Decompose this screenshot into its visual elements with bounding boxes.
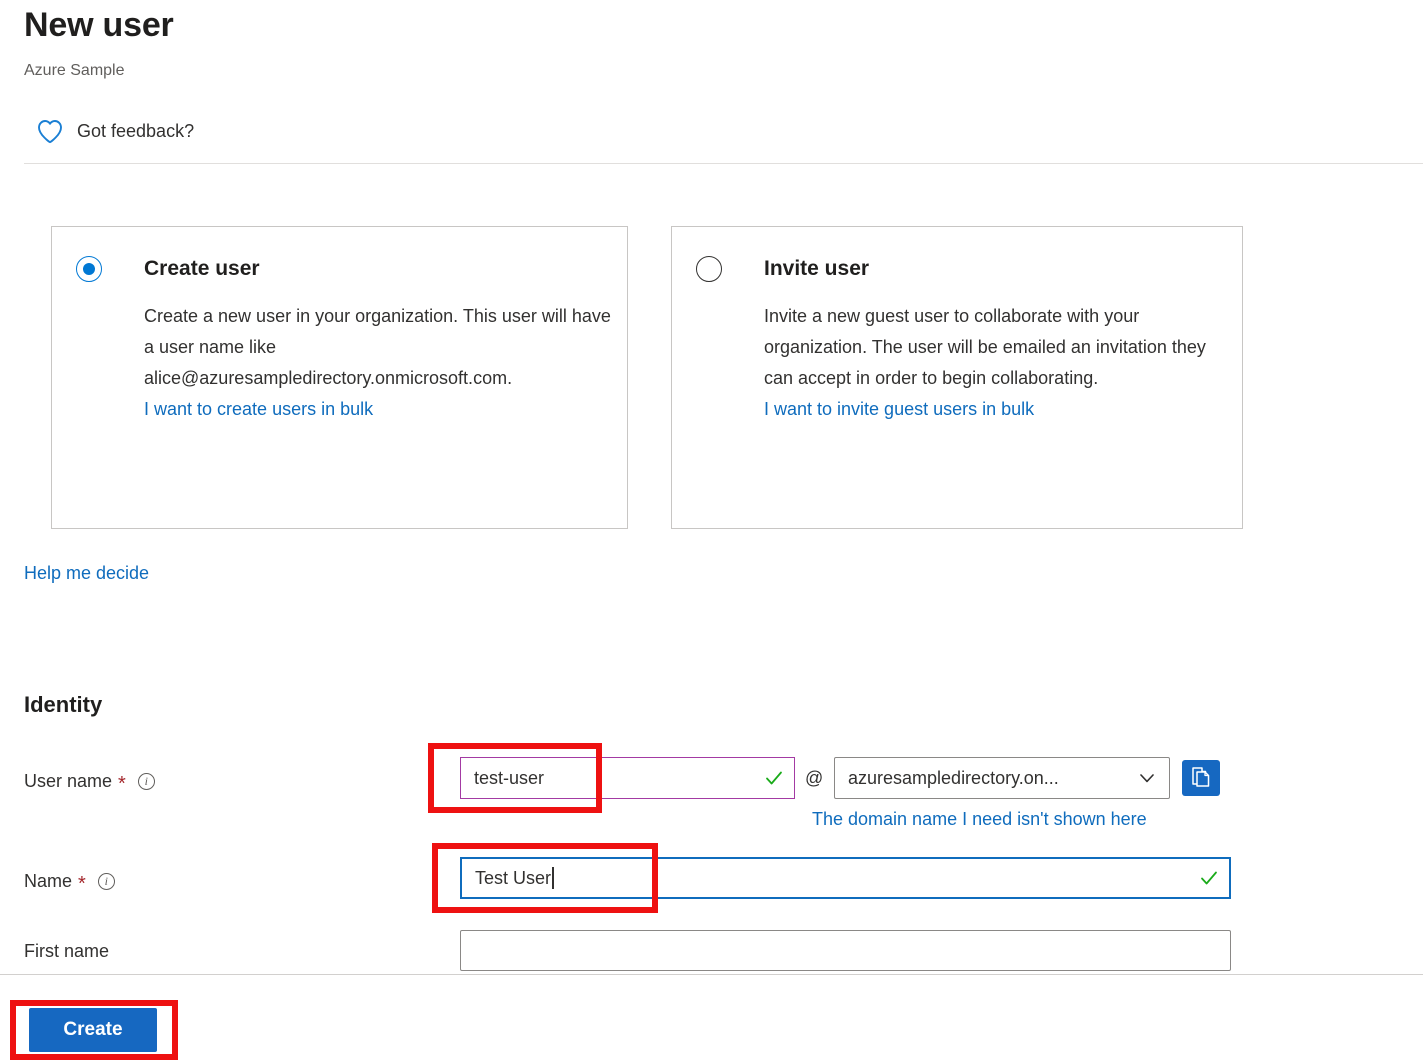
user-name-required-marker: *	[118, 775, 126, 793]
user-name-value: test-user	[474, 768, 544, 789]
create-users-bulk-link[interactable]: I want to create users in bulk	[144, 394, 622, 425]
first-name-input[interactable]	[460, 930, 1231, 971]
invite-user-description-block: Invite a new guest user to collaborate w…	[764, 301, 1224, 425]
domain-select[interactable]: azuresampledirectory.on...	[834, 757, 1170, 799]
checkmark-icon	[1199, 868, 1219, 888]
page-subtitle: Azure Sample	[24, 60, 125, 82]
invite-users-bulk-link[interactable]: I want to invite guest users in bulk	[764, 394, 1224, 425]
heart-icon	[36, 118, 64, 144]
chevron-down-icon	[1137, 768, 1157, 788]
domain-not-shown-link[interactable]: The domain name I need isn't shown here	[812, 807, 1147, 832]
name-label-group: Name * i	[24, 869, 115, 893]
invite-user-option-card[interactable]: Invite user Invite a new guest user to c…	[671, 226, 1243, 529]
user-name-label: User name	[24, 769, 112, 793]
name-value: Test User	[475, 868, 551, 889]
got-feedback-button[interactable]: Got feedback?	[36, 118, 194, 144]
user-name-label-group: User name * i	[24, 769, 155, 793]
name-input[interactable]: Test User	[460, 857, 1231, 899]
help-me-decide-link[interactable]: Help me decide	[24, 561, 149, 586]
name-label: Name	[24, 869, 72, 893]
page-title: New user	[24, 2, 174, 48]
copy-icon	[1189, 765, 1213, 792]
create-button[interactable]: Create	[29, 1008, 157, 1052]
info-icon[interactable]: i	[138, 773, 155, 790]
create-user-description: Create a new user in your organization. …	[144, 306, 611, 388]
invite-user-description: Invite a new guest user to collaborate w…	[764, 306, 1206, 388]
create-user-title: Create user	[144, 255, 260, 283]
invite-user-radio[interactable]	[696, 256, 722, 282]
radio-dot	[83, 263, 95, 275]
text-caret	[552, 867, 554, 889]
create-user-description-block: Create a new user in your organization. …	[144, 301, 622, 425]
invite-user-title: Invite user	[764, 255, 869, 283]
domain-select-value: azuresampledirectory.on...	[848, 768, 1137, 789]
identity-section-heading: Identity	[24, 690, 102, 720]
first-name-label: First name	[24, 939, 109, 963]
got-feedback-label: Got feedback?	[77, 119, 194, 143]
user-name-input[interactable]: test-user	[460, 757, 795, 799]
first-name-label-group: First name	[24, 939, 109, 963]
create-user-option-card[interactable]: Create user Create a new user in your or…	[51, 226, 628, 529]
info-icon[interactable]: i	[98, 873, 115, 890]
name-required-marker: *	[78, 875, 86, 893]
create-user-radio[interactable]	[76, 256, 102, 282]
checkmark-icon	[764, 768, 784, 788]
header-divider	[24, 163, 1423, 164]
at-separator: @	[805, 766, 823, 790]
copy-user-principal-name-button[interactable]	[1182, 760, 1220, 796]
footer-divider	[0, 974, 1423, 975]
